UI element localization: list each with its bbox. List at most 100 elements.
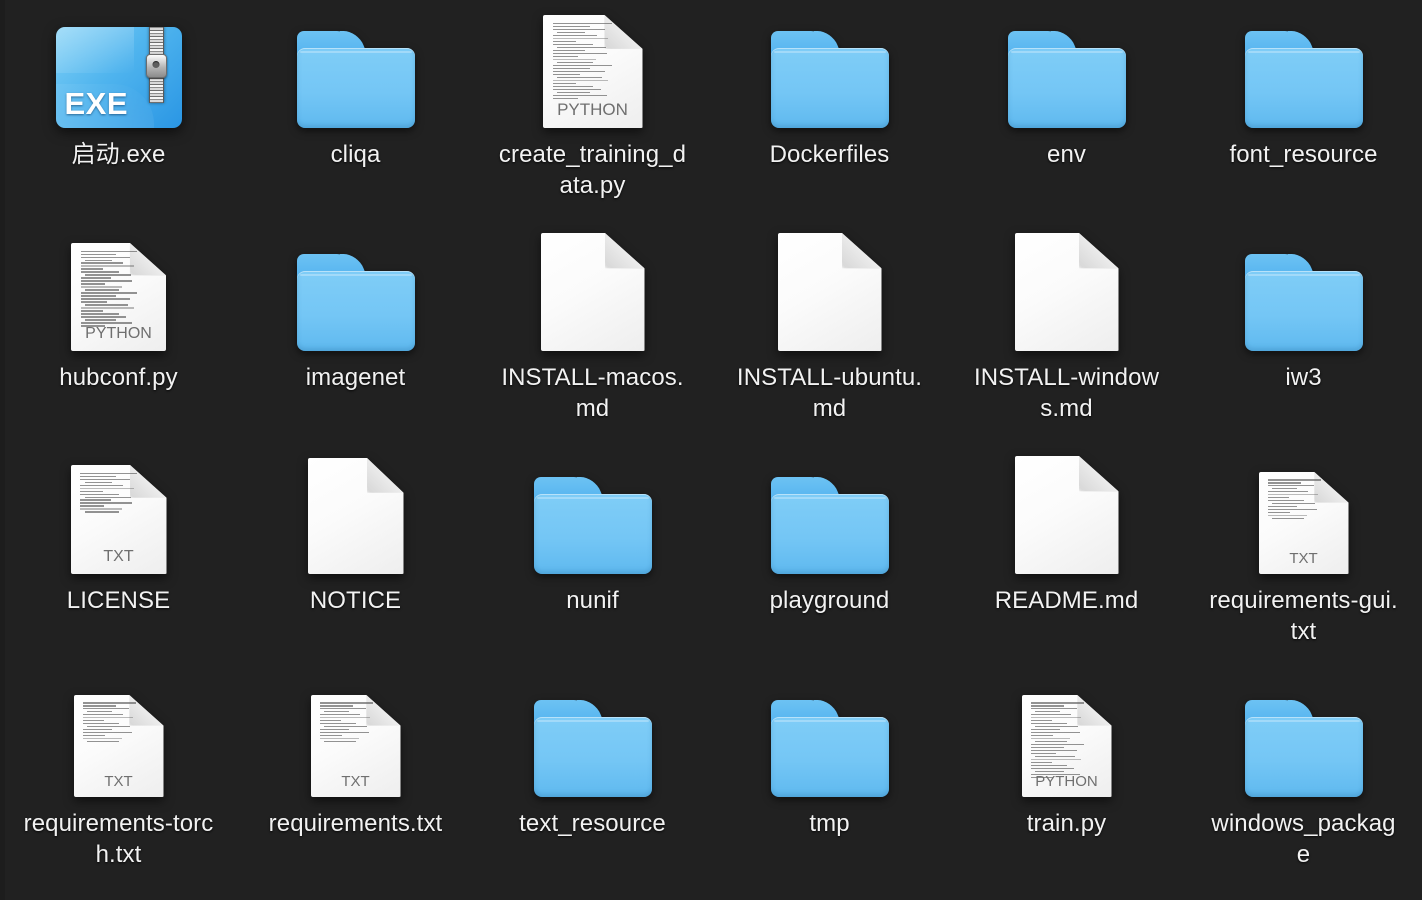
icon-slot[interactable]: PYTHON (542, 8, 643, 128)
desktop-icon-grid: EXE 启动.exe cliqa PYTHON create_training_data… (0, 0, 1422, 892)
icon-slot[interactable]: TXT (1258, 454, 1349, 574)
folder-body (770, 48, 889, 128)
icon-label[interactable]: requirements-torch.txt (24, 808, 214, 870)
icon-label[interactable]: hubconf.py (24, 362, 214, 393)
desktop-icon-item[interactable]: PYTHON train.py (948, 669, 1185, 892)
document-icon (307, 458, 404, 574)
python-file-icon: PYTHON (71, 243, 166, 351)
icon-label[interactable]: font_resource (1209, 139, 1399, 170)
icon-label[interactable]: train.py (972, 808, 1162, 839)
page-fold-corner (841, 233, 882, 269)
folder-body (1007, 48, 1126, 128)
icon-slot[interactable] (777, 231, 882, 351)
desktop-icon-item[interactable]: README.md (948, 446, 1185, 669)
page-text-preview (552, 22, 615, 99)
icon-slot[interactable] (1007, 8, 1126, 128)
desktop-icon-item[interactable]: nunif (474, 446, 711, 669)
icon-slot[interactable] (770, 677, 889, 797)
icon-label[interactable]: iw3 (1209, 362, 1399, 393)
folder-body (770, 717, 889, 797)
page-fold-corner (604, 233, 645, 269)
icon-slot[interactable]: PYTHON (71, 231, 166, 351)
icon-slot[interactable] (540, 231, 645, 351)
file-kind-badge: TXT (1289, 549, 1318, 567)
icon-label[interactable]: Dockerfiles (735, 139, 925, 170)
folder-body (1244, 717, 1363, 797)
folder-icon (770, 700, 889, 797)
desktop-icon-item[interactable]: PYTHON create_training_data.py (474, 0, 711, 223)
desktop-icon-item[interactable]: font_resource (1185, 0, 1422, 223)
file-kind-badge: TXT (104, 772, 133, 790)
desktop-icon-item[interactable]: iw3 (1185, 223, 1422, 446)
icon-label[interactable]: tmp (735, 808, 925, 839)
icon-label[interactable]: playground (735, 585, 925, 616)
desktop-icon-item[interactable]: Dockerfiles (711, 0, 948, 223)
icon-slot[interactable] (296, 8, 415, 128)
icon-label[interactable]: requirements-gui.txt (1209, 585, 1399, 647)
icon-label[interactable]: cliqa (261, 139, 451, 170)
icon-slot[interactable] (770, 454, 889, 574)
desktop-icon-item[interactable]: PYTHON hubconf.py (0, 223, 237, 446)
icon-label[interactable]: windows_package (1209, 808, 1399, 870)
icon-label[interactable]: README.md (972, 585, 1162, 616)
icon-slot[interactable]: TXT (310, 677, 401, 797)
desktop-icon-item[interactable]: windows_package (1185, 669, 1422, 892)
desktop-icon-item[interactable]: TXT requirements.txt (237, 669, 474, 892)
icon-slot[interactable] (1244, 231, 1363, 351)
icon-slot[interactable] (1014, 231, 1119, 351)
icon-label[interactable]: imagenet (261, 362, 451, 393)
page-sheet (540, 233, 645, 351)
icon-label[interactable]: NOTICE (261, 585, 451, 616)
icon-label[interactable]: create_training_data.py (498, 139, 688, 201)
folder-body (296, 48, 415, 128)
desktop-icon-item[interactable]: env (948, 0, 1185, 223)
icon-slot[interactable] (533, 454, 652, 574)
icon-slot[interactable]: PYTHON (1021, 677, 1112, 797)
icon-slot[interactable] (296, 231, 415, 351)
folder-body (1244, 271, 1363, 351)
icon-slot[interactable]: TXT (73, 677, 164, 797)
folder-body (770, 494, 889, 574)
desktop-icon-item[interactable]: playground (711, 446, 948, 669)
desktop-icon-item[interactable]: NOTICE (237, 446, 474, 669)
desktop-icon-item[interactable]: INSTALL-windows.md (948, 223, 1185, 446)
icon-slot[interactable] (533, 677, 652, 797)
text-file-icon: TXT (1258, 472, 1349, 574)
icon-slot[interactable] (1244, 677, 1363, 797)
exe-file-icon: EXE (55, 27, 182, 128)
icon-label[interactable]: 启动.exe (24, 139, 214, 170)
icon-label[interactable]: env (972, 139, 1162, 170)
icon-label[interactable]: requirements.txt (261, 808, 451, 839)
desktop-icon-item[interactable]: tmp (711, 669, 948, 892)
icon-label[interactable]: LICENSE (24, 585, 214, 616)
document-icon (777, 233, 882, 351)
desktop-icon-item[interactable]: INSTALL-macos.md (474, 223, 711, 446)
icon-slot[interactable]: EXE (55, 8, 182, 128)
icon-label[interactable]: INSTALL-macos.md (498, 362, 688, 424)
icon-slot[interactable] (1244, 8, 1363, 128)
folder-body (296, 271, 415, 351)
page-text-preview (319, 702, 376, 743)
python-file-icon: PYTHON (542, 15, 643, 128)
desktop-icon-item[interactable]: INSTALL-ubuntu.md (711, 223, 948, 446)
desktop-icon-item[interactable]: TXT requirements-gui.txt (1185, 446, 1422, 669)
icon-label[interactable]: text_resource (498, 808, 688, 839)
desktop-icon-item[interactable]: cliqa (237, 0, 474, 223)
file-kind-badge: PYTHON (85, 325, 152, 343)
desktop-icon-item[interactable]: TXT LICENSE (0, 446, 237, 669)
folder-icon (1244, 700, 1363, 797)
python-file-icon: PYTHON (1021, 695, 1112, 797)
icon-label[interactable]: nunif (498, 585, 688, 616)
icon-slot[interactable] (770, 8, 889, 128)
desktop-icon-item[interactable]: imagenet (237, 223, 474, 446)
icon-slot[interactable] (1014, 454, 1119, 574)
page-sheet (777, 233, 882, 351)
zipper-pull-icon (145, 54, 167, 78)
icon-label[interactable]: INSTALL-ubuntu.md (735, 362, 925, 424)
icon-slot[interactable]: TXT (70, 454, 167, 574)
icon-label[interactable]: INSTALL-windows.md (972, 362, 1162, 424)
icon-slot[interactable] (307, 454, 404, 574)
desktop-icon-item[interactable]: TXT requirements-torch.txt (0, 669, 237, 892)
desktop-icon-item[interactable]: EXE 启动.exe (0, 0, 237, 223)
desktop-icon-item[interactable]: text_resource (474, 669, 711, 892)
